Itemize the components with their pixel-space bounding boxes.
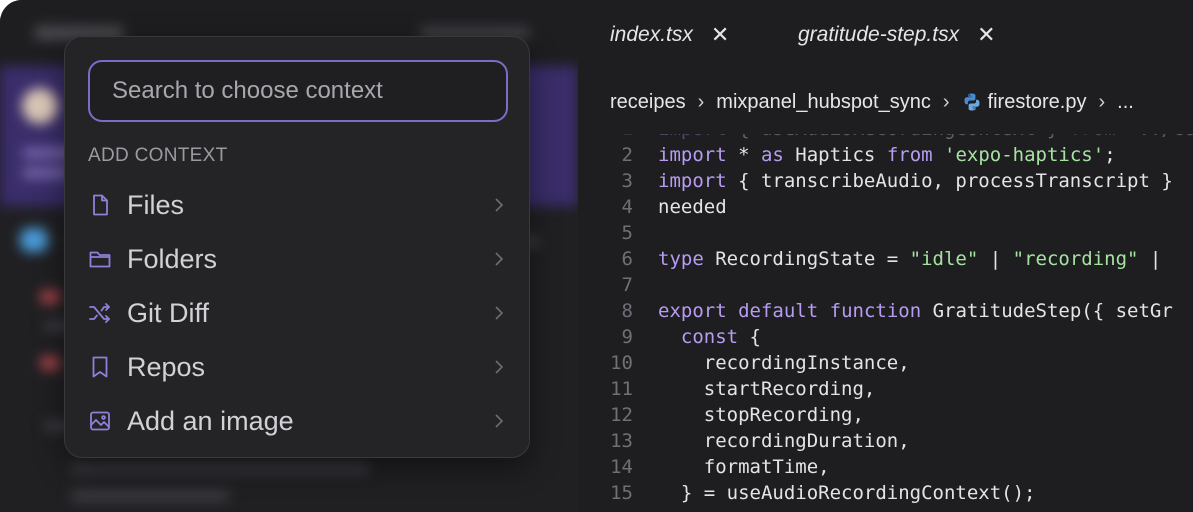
image-icon: [88, 409, 112, 433]
code-text: type RecordingState = "idle" | "recordin…: [658, 248, 1162, 270]
bookmark-icon: [88, 355, 112, 379]
tab-bar: index.tsx ✕ gratitude-step.tsx ✕: [578, 0, 1193, 70]
context-search-input[interactable]: [88, 60, 508, 122]
code-text: needed: [658, 196, 727, 218]
code-line: 4 needed: [578, 194, 1193, 220]
line-number: 13: [610, 430, 633, 452]
tab-index[interactable]: index.tsx ✕: [610, 0, 729, 70]
code-text: stopRecording,: [658, 404, 864, 426]
menu-item-add-image[interactable]: Add an image: [77, 396, 519, 446]
code-area[interactable]: 1import { useAudioRecordingContext } fro…: [578, 116, 1193, 512]
code-text: } = useAudioRecordingContext();: [658, 482, 1036, 504]
chevron-right-icon: [493, 250, 505, 268]
code-text: const {: [680, 326, 761, 348]
code-line: 13 recordingDuration,: [578, 428, 1193, 454]
tab-label: gratitude-step.tsx: [798, 23, 960, 46]
line-number: 3: [621, 170, 633, 192]
tab-label: index.tsx: [610, 23, 693, 46]
code-line: 5: [578, 220, 1193, 246]
app-window: ADD CONTEXT Files Folders Git Diff: [0, 0, 1193, 512]
breadcrumb-separator: ›: [1098, 90, 1106, 113]
folder-icon: [88, 247, 112, 271]
code-text: formatTime,: [658, 456, 830, 478]
menu-item-files[interactable]: Files: [77, 180, 519, 230]
code-text: recordingInstance,: [658, 352, 910, 374]
code-line: 11 startRecording,: [578, 376, 1193, 402]
line-number: 14: [610, 456, 633, 478]
code-line: 3 import { transcribeAudio, processTransc…: [578, 168, 1193, 194]
line-number: 4: [621, 196, 633, 218]
context-menu: ADD CONTEXT Files Folders Git Diff: [64, 36, 530, 458]
code-line: 12 stopRecording,: [578, 402, 1193, 428]
menu-item-label: Git Diff: [127, 297, 210, 328]
line-number: 6: [621, 248, 633, 270]
menu-item-label: Folders: [127, 243, 218, 274]
menu-item-label: Add an image: [127, 405, 294, 436]
menu-item-label: Repos: [127, 351, 206, 382]
menu-item-repos[interactable]: Repos: [77, 342, 519, 392]
breadcrumb-item[interactable]: firestore.py: [988, 91, 1087, 114]
line-number: 12: [610, 404, 633, 426]
breadcrumb-item[interactable]: ...: [1117, 91, 1134, 114]
chevron-right-icon: [493, 412, 505, 430]
line-number: 15: [610, 482, 633, 504]
code-line: 2 import * as Haptics from 'expo-haptics'…: [578, 142, 1193, 168]
code-text: startRecording,: [658, 378, 876, 400]
menu-item-folders[interactable]: Folders: [77, 234, 519, 284]
code-line: 15 } = useAudioRecordingContext();: [578, 480, 1193, 506]
tab-gratitude-step[interactable]: gratitude-step.tsx ✕: [798, 0, 996, 70]
code-line: 10 recordingInstance,: [578, 350, 1193, 376]
code-text: import * as Haptics from 'expo-haptics';: [658, 144, 1116, 166]
chevron-right-icon: [493, 358, 505, 376]
close-icon[interactable]: ✕: [977, 22, 995, 48]
file-icon: [88, 193, 112, 217]
breadcrumb-item[interactable]: receipes: [610, 91, 686, 114]
menu-item-git-diff[interactable]: Git Diff: [77, 288, 519, 338]
code-line: 14 formatTime,: [578, 454, 1193, 480]
code-text: import { transcribeAudio, processTranscr…: [658, 170, 1173, 192]
code-line: 6 type RecordingState = "idle" | "recordi…: [578, 246, 1193, 272]
code-line: 7: [578, 272, 1193, 298]
code-line: 9 const {: [578, 324, 1193, 350]
chevron-right-icon: [493, 196, 505, 214]
close-icon[interactable]: ✕: [711, 22, 729, 48]
line-number: 7: [621, 274, 633, 296]
section-title: ADD CONTEXT: [88, 145, 228, 166]
breadcrumb-separator: ›: [942, 90, 950, 113]
git-diff-icon: [88, 301, 112, 325]
breadcrumb-separator: ›: [697, 90, 705, 113]
breadcrumb-item[interactable]: mixpanel_hubspot_sync: [716, 91, 931, 114]
line-number: 8: [621, 300, 633, 322]
chevron-right-icon: [493, 304, 505, 322]
line-number: 5: [621, 222, 633, 244]
breadcrumb: receipes › mixpanel_hubspot_sync › fires…: [578, 70, 1193, 134]
menu-item-label: Files: [127, 189, 185, 220]
code-text: recordingDuration,: [658, 430, 910, 452]
code-editor: 1import { useAudioRecordingContext } fro…: [578, 0, 1193, 512]
python-icon: [962, 92, 982, 112]
code-text: export default function GratitudeStep({ …: [658, 300, 1173, 322]
line-number: 10: [610, 352, 633, 374]
line-number: 11: [610, 378, 633, 400]
line-number: 9: [621, 326, 633, 348]
line-number: 2: [621, 144, 633, 166]
code-line: 8 export default function GratitudeStep({…: [578, 298, 1193, 324]
